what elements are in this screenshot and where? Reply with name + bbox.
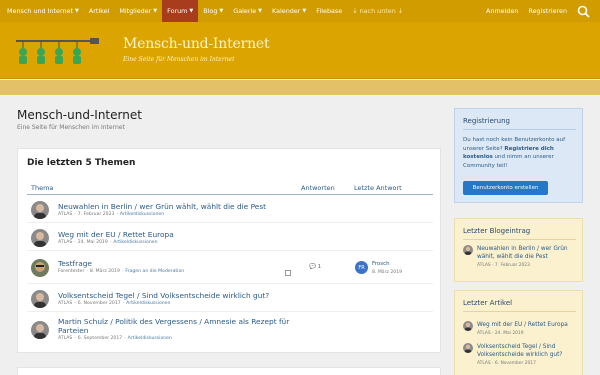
table-header-divider	[27, 194, 433, 195]
avatar[interactable]	[463, 343, 473, 353]
topic-date: 24. Mai 2019	[77, 240, 108, 245]
site-name[interactable]: Mensch-und-Internet	[123, 36, 270, 52]
register-link[interactable]: Registrieren	[523, 0, 572, 22]
topic-link[interactable]: Neuwahlen in Berlin / wer Grün wählt, wä…	[58, 202, 318, 211]
table-row: Weg mit der EU / Rettet Europa ATLAS · 24.…	[27, 224, 433, 251]
topic-meta: ATLAS · 24. Mai 2019 · Artikeldiskussionen	[58, 240, 158, 245]
topic-link[interactable]: Weg mit der EU / Rettet Europa	[58, 230, 318, 239]
topic-date: 6. November 2017	[77, 301, 121, 306]
column-header-replies: Antworten	[301, 184, 335, 192]
avatar[interactable]	[463, 245, 473, 255]
attachment-icon	[285, 270, 291, 276]
nav-item-kalender[interactable]: Kalender ▼	[267, 0, 311, 22]
nav-item-mensch-und-internet[interactable]: Mensch und Internet ▼	[2, 0, 84, 22]
nav-item-forum[interactable]: Forum ▼	[162, 0, 199, 22]
article-entry: Volksentscheid Tegel / Sind Volksentsche…	[463, 343, 577, 373]
sub-nav-strip	[0, 80, 600, 95]
registration-text: Du hast noch kein Benutzerkonto auf unse…	[463, 137, 566, 169]
article-link[interactable]: Weg mit der EU / Rettet Europa	[477, 321, 577, 329]
nav-item-blog[interactable]: Blog ▼	[198, 0, 228, 22]
page-subtitle: Eine Seite für Menschen im Internet	[17, 124, 125, 131]
article-entry: Weg mit der EU / Rettet Europa ATLAS · 2…	[463, 321, 577, 339]
avatar[interactable]	[31, 321, 49, 339]
avatar[interactable]	[31, 229, 49, 247]
avatar[interactable]	[31, 201, 49, 219]
topic-forum-link[interactable]: Fragen an die Moderation	[125, 269, 184, 274]
caret-down-icon: ▼	[189, 8, 194, 14]
caret-down-icon: ▼	[219, 8, 224, 14]
table-row: Martin Schulz / Politik des Vergessens /…	[27, 313, 433, 347]
blog-entry-link[interactable]: Neuwahlen in Berlin / wer Grün wählt, wä…	[477, 245, 577, 261]
divider	[463, 311, 576, 312]
topic-link[interactable]: Testfrage	[58, 259, 318, 268]
topic-link[interactable]: Martin Schulz / Politik des Vergessens /…	[58, 317, 318, 335]
blog-entry: Neuwahlen in Berlin / wer Grün wählt, wä…	[463, 245, 577, 275]
table-row: Testfrage Forentester · 8. März 2019 · Frage…	[27, 252, 433, 284]
column-header-topic: Thema	[31, 184, 54, 192]
article-link[interactable]: Volksentscheid Tegel / Sind Volksentsche…	[477, 343, 577, 359]
topic-author[interactable]: ATLAS	[58, 336, 72, 341]
table-row: Volksentscheid Tegel / Sind Volksentsche…	[27, 285, 433, 312]
last-reply-avatar[interactable]: FR	[355, 261, 368, 274]
column-header-last-reply: Letzte Antwort	[354, 184, 402, 192]
topic-meta: Forentester · 8. März 2019 · Fragen an die M…	[58, 269, 185, 274]
topic-forum-link[interactable]: Artikeldiskussionen	[126, 301, 170, 306]
divider	[463, 239, 576, 240]
caret-down-icon: ▼	[258, 8, 263, 14]
latest-topics-heading: Die letzten 5 Themen	[27, 158, 136, 168]
caret-down-icon: ▼	[302, 8, 307, 14]
create-account-button[interactable]: Benutzerkonto erstellen	[463, 181, 548, 195]
topic-forum-link[interactable]: Artikeldiskussionen	[113, 240, 157, 245]
topic-forum-link[interactable]: Artikeldiskussionen	[128, 336, 172, 341]
page-title: Mensch-und-Internet	[17, 108, 142, 122]
article-meta: ATLAS · 6. November 2017	[477, 361, 536, 366]
topic-author[interactable]: ATLAS	[58, 240, 72, 245]
avatar[interactable]	[31, 290, 49, 308]
nav-item-galerie[interactable]: Galerie ▼	[228, 0, 267, 22]
site-tagline: Eine Seite für Menschen im Internet	[123, 56, 235, 63]
avatar[interactable]	[463, 321, 473, 331]
topic-meta: ATLAS · 6. September 2017 · Artikeldiskussio…	[58, 336, 172, 341]
topic-forum-link[interactable]: Artikeldiskussionen	[120, 212, 164, 217]
latest-topics-box: Die letzten 5 Themen Thema Antworten Let…	[17, 148, 441, 353]
nav-item-filebase[interactable]: Filebase	[311, 0, 347, 22]
latest-article-box: Letzter Artikel Weg mit der EU / Rettet …	[454, 290, 583, 375]
registration-title: Registrierung	[463, 117, 510, 125]
reply-count: 💬 1	[309, 264, 322, 270]
avatar[interactable]	[31, 259, 49, 277]
blog-entry-meta: ATLAS · 7. Februar 2023	[477, 263, 530, 268]
last-reply-user[interactable]: Frosch	[372, 261, 390, 267]
latest-blog-title: Letzter Blogeintrag	[463, 227, 531, 235]
topic-date: 7. Februar 2023	[77, 212, 115, 217]
login-link[interactable]: Anmelden	[481, 0, 523, 22]
caret-down-icon: ▼	[74, 8, 79, 14]
topic-author[interactable]: ATLAS	[58, 301, 72, 306]
nav-item-scroll-down[interactable]: ↓ nach unten ↓	[347, 0, 408, 22]
nav-item-artikel[interactable]: Artikel	[84, 0, 114, 22]
latest-blog-box: Letzter Blogeintrag Neuwahlen in Berlin …	[454, 218, 583, 282]
topic-author[interactable]: Forentester	[58, 269, 84, 274]
topic-meta: ATLAS · 7. Februar 2023 · Artikeldiskussione…	[58, 212, 165, 217]
nav-item-mitglieder[interactable]: Mitglieder ▼	[114, 0, 162, 22]
search-icon[interactable]	[572, 0, 594, 22]
latest-article-title: Letzter Artikel	[463, 299, 513, 307]
comment-icon: 💬	[309, 264, 316, 270]
main-nav: Mensch und Internet ▼ Artikel Mitglieder ▼…	[0, 0, 600, 22]
topic-link[interactable]: Volksentscheid Tegel / Sind Volksentsche…	[58, 291, 318, 300]
topic-date: 8. März 2019	[89, 269, 120, 274]
topic-date: 6. September 2017	[77, 336, 123, 341]
last-reply-date: 8. März 2019	[372, 270, 403, 275]
topic-author[interactable]: ATLAS	[58, 212, 72, 217]
divider	[463, 129, 576, 130]
next-content-box	[17, 367, 441, 375]
topic-meta: ATLAS · 6. November 2017 · Artikeldiskussion…	[58, 301, 171, 306]
table-row: Neuwahlen in Berlin / wer Grün wählt, wä…	[27, 196, 433, 223]
registration-box: Registrierung Du hast noch kein Benutzer…	[454, 108, 583, 203]
user-nav: Anmelden Registrieren	[481, 0, 600, 22]
caret-down-icon: ▼	[153, 8, 158, 14]
article-meta: ATLAS · 24. Mai 2019	[477, 331, 524, 336]
site-logo-icon[interactable]	[16, 38, 100, 68]
